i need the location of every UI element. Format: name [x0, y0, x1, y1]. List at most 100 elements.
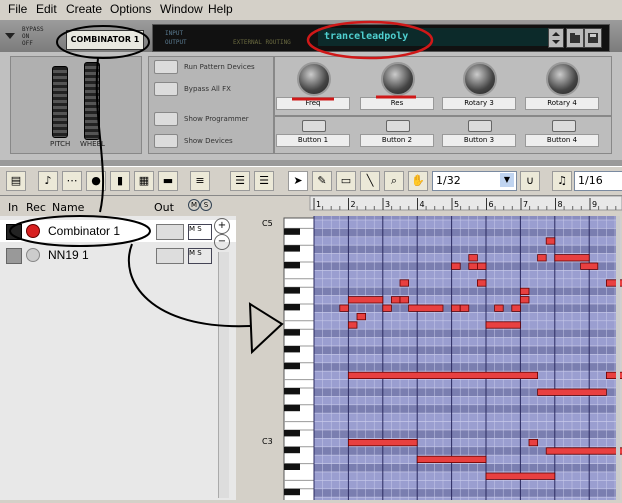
keyboard-icon[interactable] — [6, 224, 22, 240]
zoom-in-icon[interactable]: + — [214, 218, 230, 234]
snap-icon[interactable]: ♫ — [552, 171, 572, 191]
midi-note — [468, 254, 478, 262]
button-1-label: Button 1 — [276, 134, 350, 147]
patch-name-display[interactable]: tranceleadpoly — [318, 28, 550, 46]
magnet-icon[interactable]: ∪ — [520, 171, 540, 191]
pitch-wheel[interactable] — [52, 66, 68, 138]
grid-row — [313, 396, 621, 406]
hand-tool-icon[interactable]: ✋ — [408, 171, 428, 191]
mute-all-button[interactable]: M — [188, 199, 200, 211]
grid-select[interactable]: 1/16 — [574, 171, 622, 191]
track-name[interactable]: NN19 1 — [48, 248, 89, 262]
menu-edit[interactable]: Edit — [36, 2, 57, 16]
key-lane-icon[interactable]: ♪ — [38, 171, 58, 191]
pencil-icon[interactable]: ✎ — [312, 171, 332, 191]
show-programmer-button[interactable]: Show Programmer — [154, 112, 264, 128]
black-key — [284, 329, 300, 336]
grid-row — [313, 480, 621, 490]
grid-row — [313, 270, 621, 280]
black-key — [284, 446, 300, 454]
button-2[interactable] — [386, 120, 410, 132]
grid-row — [313, 219, 621, 229]
track-list-header: In Rec Name Out M S — [0, 196, 236, 216]
grid-row — [313, 379, 621, 389]
menu-bar: File Edit Create Options Window Help — [0, 0, 622, 21]
fold-arrow-icon[interactable] — [4, 30, 16, 42]
midi-note — [537, 388, 607, 396]
freq-knob[interactable] — [297, 62, 331, 96]
stack-icon[interactable]: ☰ — [254, 171, 274, 191]
mute-solo-buttons[interactable]: M S — [188, 248, 212, 264]
menu-create[interactable]: Create — [66, 2, 102, 16]
midi-note — [545, 237, 556, 245]
grid-row — [313, 345, 621, 355]
browse-patch-icon[interactable] — [566, 28, 584, 48]
chevron-down-icon[interactable]: ▼ — [500, 173, 514, 187]
controller-lane-icon[interactable]: ▬ — [158, 171, 178, 191]
save-patch-icon[interactable] — [584, 28, 602, 48]
run-pattern-devices-button[interactable]: Run Pattern Devices — [154, 60, 264, 76]
align-icon[interactable]: ☰ — [230, 171, 250, 191]
track-row[interactable]: Combinator 1 M S — [0, 220, 236, 242]
button-4[interactable] — [552, 120, 576, 132]
keyboard-icon[interactable] — [6, 248, 22, 264]
key-label-c3: C3 — [262, 437, 273, 446]
menu-options[interactable]: Options — [110, 2, 151, 16]
button-1[interactable] — [302, 120, 326, 132]
record-enable-icon[interactable] — [26, 224, 40, 238]
device-name-plate[interactable]: COMBINATOR 1 — [66, 30, 144, 50]
mute-solo-buttons[interactable]: M S — [188, 224, 212, 240]
record-enable-icon[interactable] — [26, 248, 40, 262]
sequencer-toolbar: ▤ ♪ ⋯ ● ▮ ▦ ▬ ≡ ☰ ☰ ➤ ✎ ▭ ╲ ⌕ ✋ 1/32 ▼ ∪… — [0, 166, 622, 196]
rotary-3-knob[interactable] — [463, 62, 497, 96]
magnify-icon[interactable]: ⌕ — [384, 171, 404, 191]
button-3[interactable] — [468, 120, 492, 132]
quantize-notes-icon[interactable]: ≡ — [190, 171, 210, 191]
track-list-scrollbar[interactable] — [218, 252, 229, 498]
menu-file[interactable]: File — [8, 2, 27, 16]
grid-row — [313, 429, 621, 439]
key-label-c5: C5 — [262, 219, 273, 228]
zoom-out-icon[interactable]: − — [214, 234, 230, 250]
rotary-4-knob[interactable] — [546, 62, 580, 96]
quantize-select[interactable]: 1/32 ▼ — [432, 171, 517, 191]
show-devices-button[interactable]: Show Devices — [154, 134, 264, 150]
rex-lane-icon[interactable]: ⋯ — [62, 171, 82, 191]
ruler-bar-label: 6 — [489, 200, 494, 209]
solo-all-button[interactable]: S — [200, 199, 212, 211]
midi-note — [468, 262, 478, 270]
arrange-view-icon[interactable]: ▤ — [6, 171, 26, 191]
pattern-lane-icon[interactable]: ▦ — [134, 171, 154, 191]
black-key — [284, 430, 300, 437]
midi-note — [348, 321, 358, 329]
wheel-label: WHEEL — [80, 140, 105, 148]
output-device-icon[interactable] — [156, 224, 184, 240]
midi-note — [580, 262, 599, 270]
patch-scroll-icon[interactable] — [548, 28, 564, 48]
button-2-label: Button 2 — [360, 134, 434, 147]
eraser-icon[interactable]: ▭ — [336, 171, 356, 191]
midi-note — [528, 438, 539, 447]
freq-label: Freq — [276, 97, 350, 110]
select-arrow-icon[interactable]: ➤ — [288, 171, 308, 191]
bypass-all-fx-button[interactable]: Bypass All FX — [154, 82, 264, 98]
res-knob[interactable] — [381, 62, 415, 96]
mod-wheel[interactable] — [84, 62, 100, 140]
menu-help[interactable]: Help — [208, 2, 233, 16]
drum-lane-icon[interactable]: ● — [86, 171, 106, 191]
line-tool-icon[interactable]: ╲ — [360, 171, 380, 191]
ruler-bar-label: 8 — [558, 200, 563, 209]
output-device-icon[interactable] — [156, 248, 184, 264]
velocity-lane-icon[interactable]: ▮ — [110, 171, 130, 191]
midi-note — [356, 313, 367, 321]
menu-window[interactable]: Window — [160, 2, 203, 16]
bypass-switch[interactable]: BYPASS ON OFF — [22, 26, 44, 47]
ruler-bar-label: 7 — [523, 200, 528, 209]
track-name[interactable]: Combinator 1 — [48, 224, 120, 238]
out-column-header: Out — [154, 201, 174, 214]
black-key — [284, 463, 300, 470]
black-key — [284, 346, 300, 353]
grid-row — [313, 261, 621, 271]
ruler-bar-label: 4 — [420, 200, 425, 209]
track-row[interactable]: NN19 1 M S — [0, 244, 236, 266]
